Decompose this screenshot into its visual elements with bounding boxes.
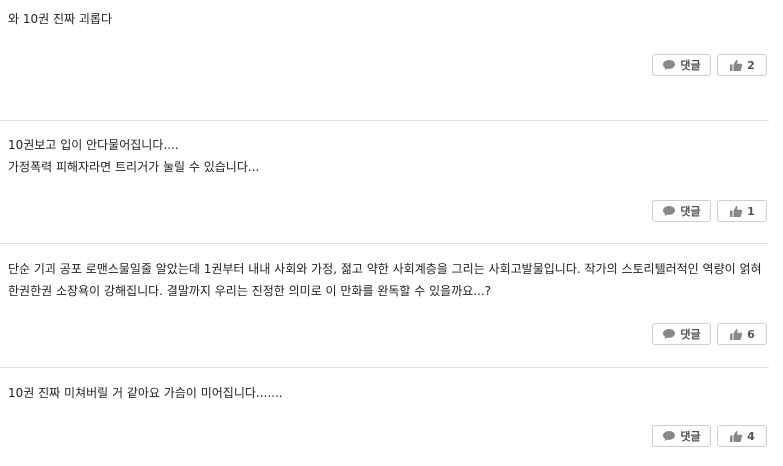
thumbs-up-icon: [729, 430, 743, 443]
reply-label: 댓글: [680, 59, 701, 72]
comment-item: 10권 진짜 미쳐버릴 거 같아요 가슴이 미어집니다....... 댓글 4: [0, 368, 769, 466]
comment-text: 10권보고 입이 안다물어집니다.... 가정폭력 피해자라면 트리거가 눌릴 …: [8, 138, 260, 174]
like-button[interactable]: 2: [717, 54, 767, 76]
like-count: 1: [747, 204, 755, 218]
comment-actions: 댓글 4: [652, 425, 767, 447]
like-button[interactable]: 4: [717, 425, 767, 447]
comment-actions: 댓글 2: [652, 54, 767, 76]
comment-item: 단순 기괴 공포 로맨스물일줄 알았는데 1권부터 내내 사회와 가정, 젊고 …: [0, 244, 769, 368]
comment-text: 와 10권 진짜 괴롭다: [8, 12, 112, 26]
speech-bubble-icon: [662, 59, 676, 71]
reply-label: 댓글: [680, 430, 701, 443]
speech-bubble-icon: [662, 205, 676, 217]
reply-label: 댓글: [680, 328, 701, 341]
like-count: 4: [747, 429, 755, 443]
comment-item: 10권보고 입이 안다물어집니다.... 가정폭력 피해자라면 트리거가 눌릴 …: [0, 121, 769, 244]
like-button[interactable]: 6: [717, 323, 767, 345]
comment-actions: 댓글 6: [652, 323, 767, 345]
reply-label: 댓글: [680, 205, 701, 218]
comment-list: 와 10권 진짜 괴롭다 댓글 2 10권보고 입이 안다물어집니다.... 가…: [0, 0, 769, 466]
comment-item: 와 10권 진짜 괴롭다 댓글 2: [0, 0, 769, 121]
like-button[interactable]: 1: [717, 200, 767, 222]
like-count: 6: [747, 327, 755, 341]
comment-text: 10권 진짜 미쳐버릴 거 같아요 가슴이 미어집니다.......: [8, 386, 283, 400]
thumbs-up-icon: [729, 328, 743, 341]
reply-button[interactable]: 댓글: [652, 54, 711, 76]
reply-button[interactable]: 댓글: [652, 323, 711, 345]
speech-bubble-icon: [662, 430, 676, 442]
like-count: 2: [747, 58, 755, 72]
thumbs-up-icon: [729, 59, 743, 72]
comment-actions: 댓글 1: [652, 200, 767, 222]
reply-button[interactable]: 댓글: [652, 200, 711, 222]
comment-text: 단순 기괴 공포 로맨스물일줄 알았는데 1권부터 내내 사회와 가정, 젊고 …: [8, 262, 766, 298]
thumbs-up-icon: [729, 205, 743, 218]
reply-button[interactable]: 댓글: [652, 425, 711, 447]
speech-bubble-icon: [662, 328, 676, 340]
